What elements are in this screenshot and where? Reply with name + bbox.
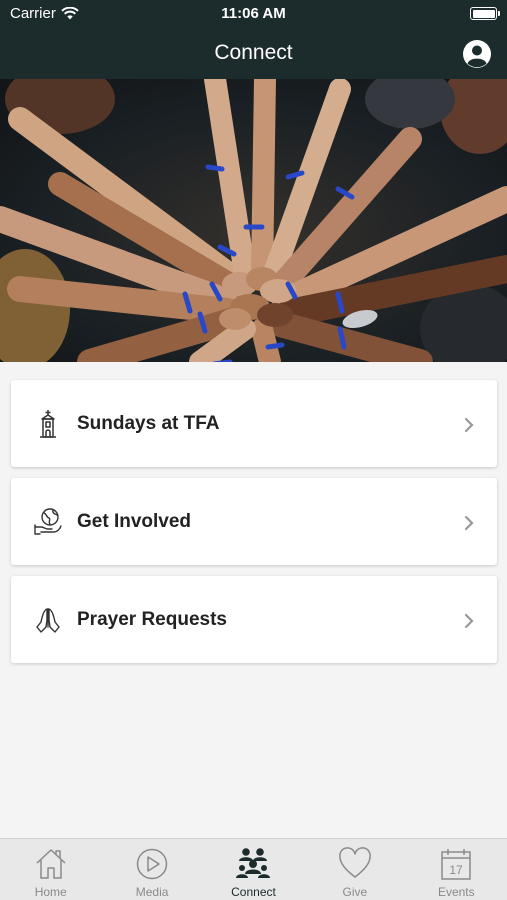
tab-label: Events: [437, 885, 475, 899]
prayer-requests-card[interactable]: Prayer Requests: [11, 576, 497, 663]
home-icon: [36, 849, 66, 879]
globe-hand-icon: [34, 508, 62, 535]
tab-home[interactable]: Home: [0, 839, 101, 900]
status-bar: Carrier 11:06 AM: [0, 0, 507, 30]
church-icon: [40, 410, 56, 438]
heart-icon: [339, 847, 371, 878]
tab-label: Media: [135, 885, 169, 899]
chevron-right-icon: [464, 613, 474, 629]
calendar-day: 17: [450, 863, 464, 877]
hero-image: [0, 79, 507, 362]
tab-connect[interactable]: Connect: [203, 839, 304, 900]
tab-label: Connect: [231, 885, 276, 899]
tab-give[interactable]: Give: [304, 839, 405, 900]
get-involved-card[interactable]: Get Involved: [11, 478, 497, 565]
profile-icon[interactable]: [462, 39, 492, 69]
praying-hands-icon: [36, 608, 60, 633]
tab-events[interactable]: 17 Events: [406, 839, 507, 900]
card-label: Prayer Requests: [77, 609, 227, 630]
status-time: 11:06 AM: [221, 5, 286, 22]
card-label: Get Involved: [77, 511, 192, 532]
sundays-card[interactable]: Sundays at TFA: [11, 380, 497, 467]
chevron-right-icon: [464, 515, 474, 531]
tab-label: Give: [342, 885, 368, 899]
chevron-right-icon: [464, 417, 474, 433]
calendar-icon: 17: [441, 849, 472, 880]
tab-media[interactable]: Media: [101, 839, 202, 900]
battery-icon: [470, 7, 500, 20]
nav-bar: Connect: [0, 30, 507, 79]
tab-label: Home: [34, 885, 67, 899]
tab-bar: Home Media Connect Give 17 Events: [0, 838, 507, 900]
card-label: Sundays at TFA: [77, 413, 220, 434]
play-icon: [136, 848, 168, 880]
page-title: Connect: [214, 41, 293, 64]
people-icon: [236, 848, 271, 878]
